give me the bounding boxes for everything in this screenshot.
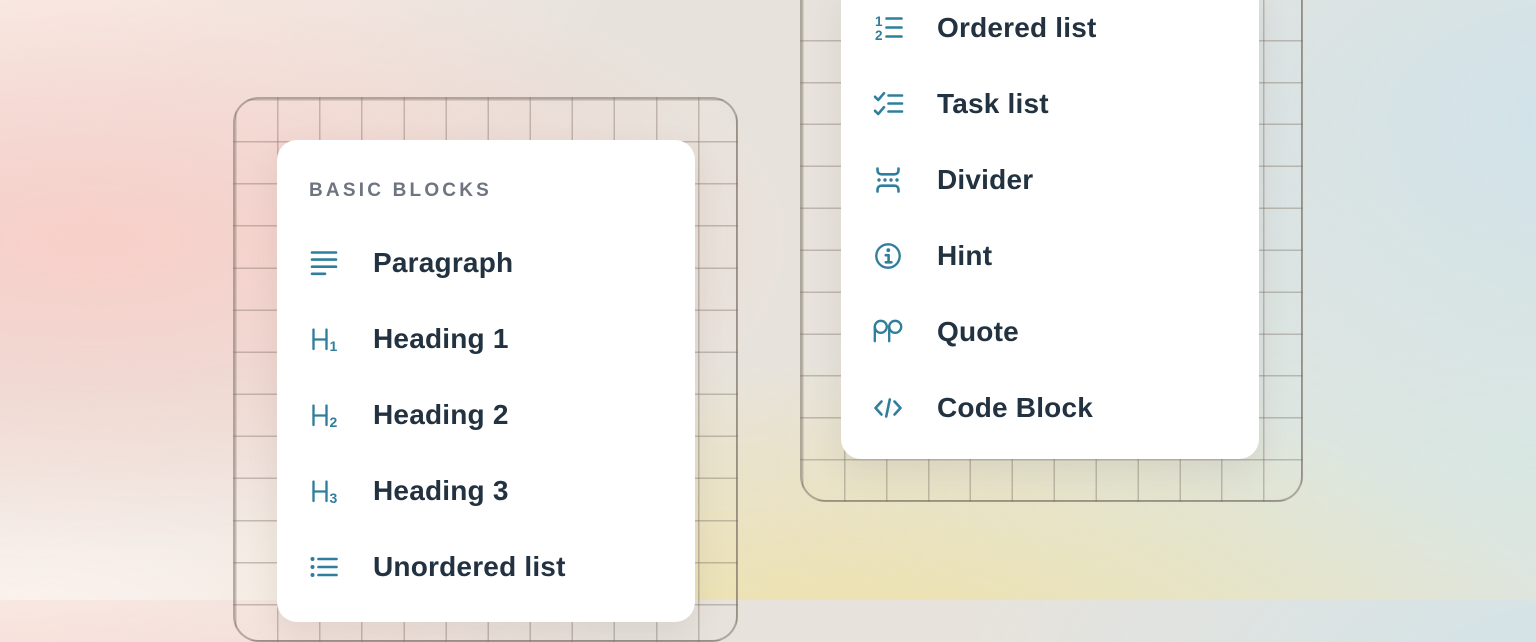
basic-blocks-menu: BASIC BLOCKS Paragraph 1 Heading 1 2 Hea…: [277, 140, 695, 622]
svg-text:3: 3: [330, 490, 338, 506]
menu-item-label: Divider: [937, 164, 1033, 196]
svg-text:1: 1: [875, 14, 883, 29]
menu-section-header: BASIC BLOCKS: [309, 178, 695, 204]
menu-item-unordered-list[interactable]: Unordered list: [277, 529, 695, 605]
menu-item-label: Code Block: [937, 392, 1093, 424]
menu-item-label: Hint: [937, 240, 992, 272]
paragraph-icon: [308, 247, 340, 279]
task-list-icon: [872, 88, 904, 120]
code-block-icon: [872, 392, 904, 424]
hint-icon: [872, 240, 904, 272]
menu-item-label: Unordered list: [373, 551, 566, 583]
page-background: { "theme": { "icon_color": "#2f7e9b", "i…: [0, 0, 1536, 600]
menu-item-label: Task list: [937, 88, 1049, 120]
menu-item-label: Ordered list: [937, 12, 1097, 44]
heading-2-icon: 2: [308, 399, 340, 431]
menu-item-quote[interactable]: Quote: [841, 294, 1259, 370]
menu-item-heading-2[interactable]: 2 Heading 2: [277, 377, 695, 453]
unordered-list-icon: [308, 551, 340, 583]
svg-text:2: 2: [330, 414, 338, 430]
heading-3-icon: 3: [308, 475, 340, 507]
menu-item-paragraph[interactable]: Paragraph: [277, 225, 695, 301]
menu-item-heading-3[interactable]: 3 Heading 3: [277, 453, 695, 529]
menu-item-label: Quote: [937, 316, 1019, 348]
ordered-list-icon: 1 2: [872, 12, 904, 44]
menu-item-divider[interactable]: Divider: [841, 142, 1259, 218]
menu-item-label: Paragraph: [373, 247, 513, 279]
menu-item-task-list[interactable]: Task list: [841, 66, 1259, 142]
menu-item-heading-1[interactable]: 1 Heading 1: [277, 301, 695, 377]
divider-icon: [872, 164, 904, 196]
menu-item-code-block[interactable]: Code Block: [841, 370, 1259, 446]
quote-icon: [872, 316, 904, 348]
menu-item-ordered-list[interactable]: 1 2 Ordered list: [841, 0, 1259, 66]
blocks-menu-continued: 1 2 Ordered list Task list Div: [841, 0, 1259, 459]
menu-item-label: Heading 2: [373, 399, 509, 431]
svg-text:1: 1: [330, 338, 338, 354]
heading-1-icon: 1: [308, 323, 340, 355]
menu-item-hint[interactable]: Hint: [841, 218, 1259, 294]
svg-text:2: 2: [875, 28, 883, 43]
menu-item-label: Heading 3: [373, 475, 509, 507]
menu-item-label: Heading 1: [373, 323, 509, 355]
